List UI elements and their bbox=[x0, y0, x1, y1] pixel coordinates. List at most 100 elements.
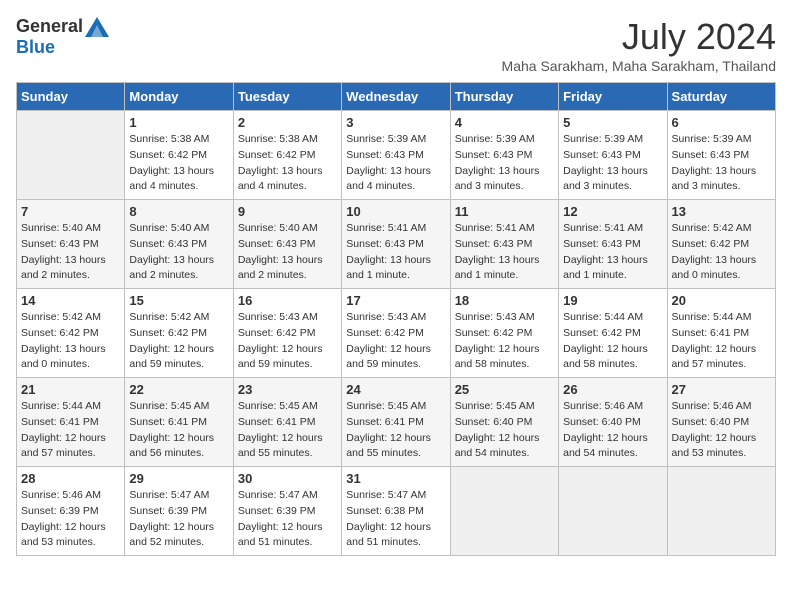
calendar-cell: 26Sunrise: 5:46 AM Sunset: 6:40 PM Dayli… bbox=[559, 378, 667, 467]
calendar-week-row: 14 Sunrise: 5:42 AM Sunset: 6:42 PM Dayli… bbox=[17, 289, 776, 378]
calendar-week-row: 7 Sunrise: 5:40 AM Sunset: 6:43 PM Daylig… bbox=[17, 200, 776, 289]
day-info: Sunrise: 5:44 AM Sunset: 6:41 PM Dayligh… bbox=[672, 310, 771, 373]
day-info: Sunrise: 5:47 AM Sunset: 6:38 PM Dayligh… bbox=[346, 488, 445, 551]
calendar-cell: 13 Sunrise: 5:42 AM Sunset: 6:42 PM Dayli… bbox=[667, 200, 775, 289]
day-info: Sunrise: 5:38 AM Sunset: 6:42 PM Dayligh… bbox=[129, 132, 228, 195]
day-info: Sunrise: 5:42 AM Sunset: 6:42 PM Dayligh… bbox=[129, 310, 228, 373]
calendar-cell: 25 Sunrise: 5:45 AM Sunset: 6:40 PM Dayli… bbox=[450, 378, 558, 467]
location-subtitle: Maha Sarakham, Maha Sarakham, Thailand bbox=[502, 58, 776, 74]
day-number: 9 bbox=[238, 204, 337, 219]
day-info: Sunrise: 5:44 AM Sunset: 6:42 PM Dayligh… bbox=[563, 310, 662, 373]
day-of-week-header: Monday bbox=[125, 83, 233, 111]
day-of-week-header: Sunday bbox=[17, 83, 125, 111]
day-number: 3 bbox=[346, 115, 445, 130]
day-number: 20 bbox=[672, 293, 771, 308]
calendar-cell: 2Sunrise: 5:38 AM Sunset: 6:42 PM Daylig… bbox=[233, 111, 341, 200]
calendar-week-row: 28 Sunrise: 5:46 AM Sunset: 6:39 PM Dayli… bbox=[17, 467, 776, 556]
calendar-cell: 14 Sunrise: 5:42 AM Sunset: 6:42 PM Dayli… bbox=[17, 289, 125, 378]
day-number: 16 bbox=[238, 293, 337, 308]
day-number: 18 bbox=[455, 293, 554, 308]
calendar-table: SundayMondayTuesdayWednesdayThursdayFrid… bbox=[16, 82, 776, 556]
day-number: 12 bbox=[563, 204, 662, 219]
calendar-cell: 4 Sunrise: 5:39 AM Sunset: 6:43 PM Daylig… bbox=[450, 111, 558, 200]
calendar-cell: 27 Sunrise: 5:46 AM Sunset: 6:40 PM Dayli… bbox=[667, 378, 775, 467]
day-number: 5 bbox=[563, 115, 662, 130]
calendar-cell: 21 Sunrise: 5:44 AM Sunset: 6:41 PM Dayli… bbox=[17, 378, 125, 467]
logo-general: General bbox=[16, 16, 83, 37]
calendar-cell: 5 Sunrise: 5:39 AM Sunset: 6:43 PM Daylig… bbox=[559, 111, 667, 200]
day-info: Sunrise: 5:40 AM Sunset: 6:43 PM Dayligh… bbox=[21, 221, 120, 284]
day-number: 27 bbox=[672, 382, 771, 397]
day-number: 6 bbox=[672, 115, 771, 130]
day-info: Sunrise: 5:40 AM Sunset: 6:43 PM Dayligh… bbox=[238, 221, 337, 284]
calendar-cell: 11Sunrise: 5:41 AM Sunset: 6:43 PM Dayli… bbox=[450, 200, 558, 289]
title-section: July 2024 Maha Sarakham, Maha Sarakham, … bbox=[502, 16, 776, 74]
day-info: Sunrise: 5:42 AM Sunset: 6:42 PM Dayligh… bbox=[672, 221, 771, 284]
day-info: Sunrise: 5:39 AM Sunset: 6:43 PM Dayligh… bbox=[563, 132, 662, 195]
calendar-week-row: 1Sunrise: 5:38 AM Sunset: 6:42 PM Daylig… bbox=[17, 111, 776, 200]
day-info: Sunrise: 5:41 AM Sunset: 6:43 PM Dayligh… bbox=[455, 221, 554, 284]
calendar-cell: 18 Sunrise: 5:43 AM Sunset: 6:42 PM Dayli… bbox=[450, 289, 558, 378]
calendar-cell: 8Sunrise: 5:40 AM Sunset: 6:43 PM Daylig… bbox=[125, 200, 233, 289]
calendar-cell: 31 Sunrise: 5:47 AM Sunset: 6:38 PM Dayli… bbox=[342, 467, 450, 556]
calendar-cell: 16 Sunrise: 5:43 AM Sunset: 6:42 PM Dayli… bbox=[233, 289, 341, 378]
day-info: Sunrise: 5:40 AM Sunset: 6:43 PM Dayligh… bbox=[129, 221, 228, 284]
day-info: Sunrise: 5:46 AM Sunset: 6:40 PM Dayligh… bbox=[672, 399, 771, 462]
day-info: Sunrise: 5:41 AM Sunset: 6:43 PM Dayligh… bbox=[346, 221, 445, 284]
day-number: 31 bbox=[346, 471, 445, 486]
day-number: 26 bbox=[563, 382, 662, 397]
calendar-cell: 3 Sunrise: 5:39 AM Sunset: 6:43 PM Daylig… bbox=[342, 111, 450, 200]
month-year-title: July 2024 bbox=[502, 16, 776, 58]
calendar-cell: 19 Sunrise: 5:44 AM Sunset: 6:42 PM Dayli… bbox=[559, 289, 667, 378]
day-info: Sunrise: 5:42 AM Sunset: 6:42 PM Dayligh… bbox=[21, 310, 120, 373]
day-of-week-header: Thursday bbox=[450, 83, 558, 111]
calendar-cell: 28 Sunrise: 5:46 AM Sunset: 6:39 PM Dayli… bbox=[17, 467, 125, 556]
day-number: 10 bbox=[346, 204, 445, 219]
day-info: Sunrise: 5:45 AM Sunset: 6:41 PM Dayligh… bbox=[346, 399, 445, 462]
calendar-cell: 24 Sunrise: 5:45 AM Sunset: 6:41 PM Dayli… bbox=[342, 378, 450, 467]
day-info: Sunrise: 5:44 AM Sunset: 6:41 PM Dayligh… bbox=[21, 399, 120, 462]
day-info: Sunrise: 5:47 AM Sunset: 6:39 PM Dayligh… bbox=[129, 488, 228, 551]
day-info: Sunrise: 5:39 AM Sunset: 6:43 PM Dayligh… bbox=[346, 132, 445, 195]
day-info: Sunrise: 5:39 AM Sunset: 6:43 PM Dayligh… bbox=[672, 132, 771, 195]
logo: General Blue bbox=[16, 16, 109, 58]
day-number: 28 bbox=[21, 471, 120, 486]
day-number: 2 bbox=[238, 115, 337, 130]
calendar-header-row: SundayMondayTuesdayWednesdayThursdayFrid… bbox=[17, 83, 776, 111]
day-number: 19 bbox=[563, 293, 662, 308]
calendar-cell: 23 Sunrise: 5:45 AM Sunset: 6:41 PM Dayli… bbox=[233, 378, 341, 467]
calendar-cell: 7 Sunrise: 5:40 AM Sunset: 6:43 PM Daylig… bbox=[17, 200, 125, 289]
day-number: 17 bbox=[346, 293, 445, 308]
day-info: Sunrise: 5:39 AM Sunset: 6:43 PM Dayligh… bbox=[455, 132, 554, 195]
day-of-week-header: Tuesday bbox=[233, 83, 341, 111]
calendar-cell: 12 Sunrise: 5:41 AM Sunset: 6:43 PM Dayli… bbox=[559, 200, 667, 289]
calendar-cell: 10 Sunrise: 5:41 AM Sunset: 6:43 PM Dayli… bbox=[342, 200, 450, 289]
day-info: Sunrise: 5:43 AM Sunset: 6:42 PM Dayligh… bbox=[455, 310, 554, 373]
day-number: 24 bbox=[346, 382, 445, 397]
calendar-cell: 20 Sunrise: 5:44 AM Sunset: 6:41 PM Dayli… bbox=[667, 289, 775, 378]
day-number: 30 bbox=[238, 471, 337, 486]
day-info: Sunrise: 5:45 AM Sunset: 6:41 PM Dayligh… bbox=[238, 399, 337, 462]
calendar-cell bbox=[559, 467, 667, 556]
calendar-cell: 29Sunrise: 5:47 AM Sunset: 6:39 PM Dayli… bbox=[125, 467, 233, 556]
day-number: 15 bbox=[129, 293, 228, 308]
day-info: Sunrise: 5:45 AM Sunset: 6:40 PM Dayligh… bbox=[455, 399, 554, 462]
day-number: 7 bbox=[21, 204, 120, 219]
day-number: 22 bbox=[129, 382, 228, 397]
calendar-cell: 9 Sunrise: 5:40 AM Sunset: 6:43 PM Daylig… bbox=[233, 200, 341, 289]
calendar-cell: 22 Sunrise: 5:45 AM Sunset: 6:41 PM Dayli… bbox=[125, 378, 233, 467]
day-info: Sunrise: 5:43 AM Sunset: 6:42 PM Dayligh… bbox=[238, 310, 337, 373]
calendar-cell: 15 Sunrise: 5:42 AM Sunset: 6:42 PM Dayli… bbox=[125, 289, 233, 378]
day-info: Sunrise: 5:45 AM Sunset: 6:41 PM Dayligh… bbox=[129, 399, 228, 462]
day-number: 14 bbox=[21, 293, 120, 308]
day-number: 4 bbox=[455, 115, 554, 130]
day-number: 23 bbox=[238, 382, 337, 397]
day-number: 25 bbox=[455, 382, 554, 397]
logo-icon bbox=[85, 17, 109, 37]
day-info: Sunrise: 5:41 AM Sunset: 6:43 PM Dayligh… bbox=[563, 221, 662, 284]
day-number: 13 bbox=[672, 204, 771, 219]
calendar-cell: 1Sunrise: 5:38 AM Sunset: 6:42 PM Daylig… bbox=[125, 111, 233, 200]
day-number: 21 bbox=[21, 382, 120, 397]
day-info: Sunrise: 5:47 AM Sunset: 6:39 PM Dayligh… bbox=[238, 488, 337, 551]
day-info: Sunrise: 5:46 AM Sunset: 6:39 PM Dayligh… bbox=[21, 488, 120, 551]
